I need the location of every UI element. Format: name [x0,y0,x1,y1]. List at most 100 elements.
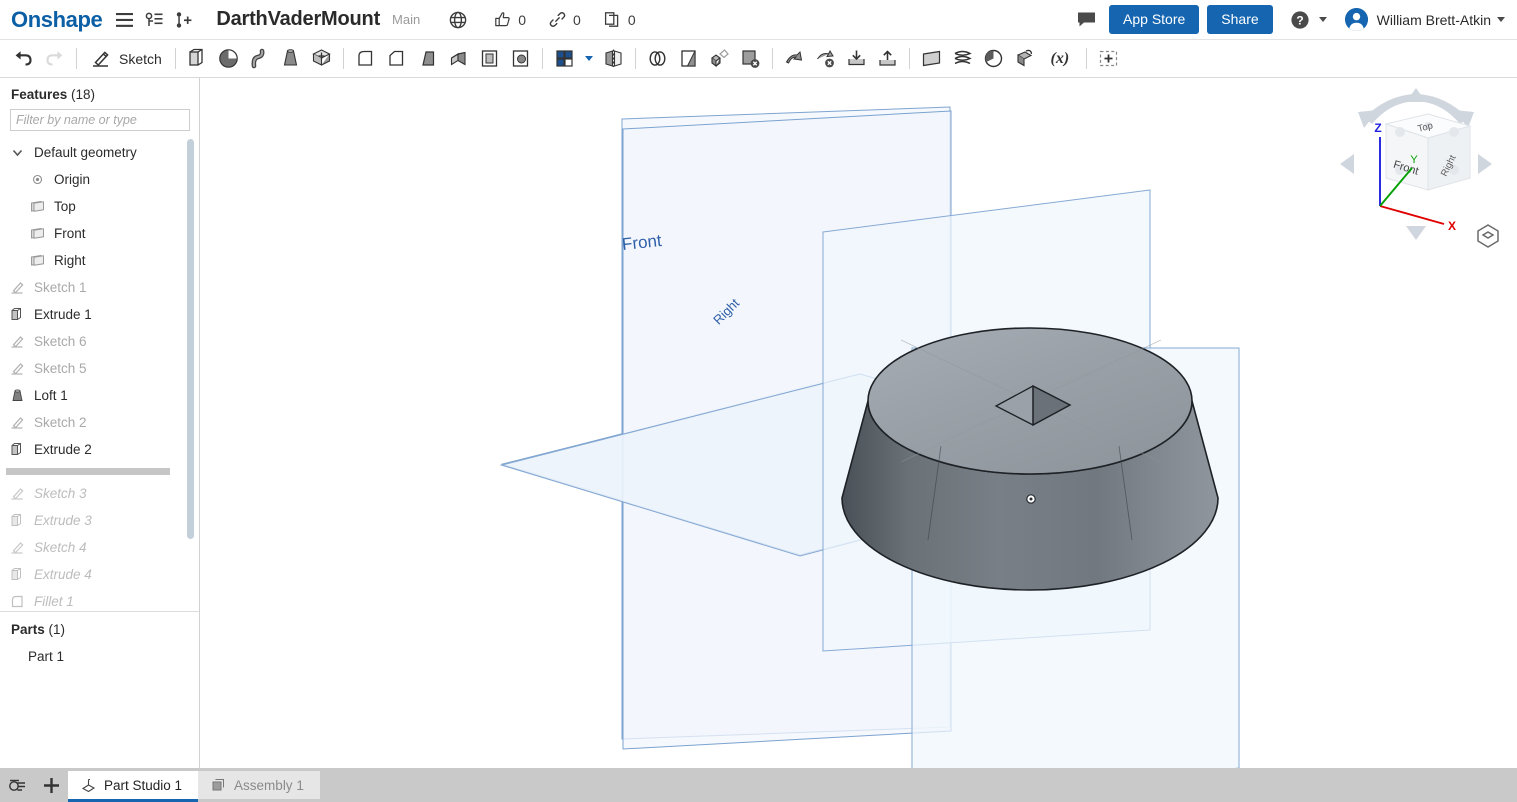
tab-part-studio-1[interactable]: Part Studio 1 [68,771,199,802]
extrude-icon [9,441,26,458]
tree-item-right-plane[interactable]: Right [0,247,199,274]
fillet-icon[interactable] [350,43,381,74]
curve-icon[interactable] [978,43,1009,74]
rollback-bar[interactable] [6,468,170,475]
revolve-icon[interactable] [213,43,244,74]
move-face-icon[interactable] [779,43,810,74]
workspace-name[interactable]: Main [392,12,420,27]
truncated-cone-model[interactable] [841,327,1219,591]
comment-bubble-icon[interactable] [1073,7,1099,33]
draft-icon[interactable] [412,43,443,74]
import-derived-icon[interactable] [841,43,872,74]
tree-item-top-plane[interactable]: Top [0,193,199,220]
hole-icon[interactable] [505,43,536,74]
copies-count: 0 [627,11,636,28]
likes-counter[interactable]: 0 [493,10,526,29]
tree-label: Sketch 3 [34,486,87,501]
branch-add-icon[interactable] [171,7,197,33]
tree-item-sketch-1[interactable]: Sketch 1 [0,274,199,301]
parts-header: Parts (1) [0,612,199,643]
split-icon[interactable] [673,43,704,74]
tree-item-sketch-6[interactable]: Sketch 6 [0,328,199,355]
sketch-pencil-icon [90,43,112,74]
chevron-down-icon [1497,17,1505,22]
tree-item-extrude-3[interactable]: Extrude 3 [0,507,199,534]
plane-icon[interactable] [916,43,947,74]
mirror-icon[interactable] [598,43,629,74]
app-header: Onshape DarthVaderMount Main 0 0 0 App S… [0,0,1517,40]
app-store-button[interactable]: App Store [1109,5,1200,34]
copies-counter[interactable]: 0 [603,10,636,29]
rib-icon[interactable] [443,43,474,74]
tree-label: Sketch 6 [34,334,87,349]
pattern-icon[interactable] [549,43,580,74]
tree-item-loft-1[interactable]: Loft 1 [0,382,199,409]
fillet-icon [9,593,26,609]
tree-item-extrude-4[interactable]: Extrude 4 [0,561,199,588]
display-style-icon[interactable] [1473,221,1503,251]
variable-icon[interactable]: (x) [1040,43,1080,74]
user-menu[interactable]: William Brett-Atkin [1344,8,1505,31]
tree-item-sketch-2[interactable]: Sketch 2 [0,409,199,436]
share-button[interactable]: Share [1207,5,1273,34]
helix-icon[interactable] [947,43,978,74]
version-history-icon[interactable] [141,7,167,33]
tree-label: Extrude 1 [34,307,92,322]
tab-bar: Part Studio 1 Assembly 1 [0,768,1517,802]
add-custom-feature-icon[interactable] [1093,43,1124,74]
feature-tree: Default geometry Origin Top Front Right … [0,139,199,609]
plane-icon [29,198,46,215]
tree-item-front-plane[interactable]: Front [0,220,199,247]
toolbar-divider [342,48,344,69]
origin-point-marker[interactable] [1026,494,1036,504]
sketch-transform-icon[interactable] [1009,43,1040,74]
redo-arrow-icon[interactable] [39,43,70,74]
extrude-icon[interactable] [182,43,213,74]
sketch-button[interactable]: Sketch [83,43,169,74]
export-icon[interactable] [872,43,903,74]
list-item[interactable]: Part 1 [0,643,199,669]
svg-text:?: ? [1296,13,1303,27]
links-counter[interactable]: 0 [548,10,581,29]
tab-filter-icon[interactable] [0,768,34,802]
globe-icon[interactable] [445,7,471,33]
hamburger-menu-icon[interactable] [111,7,137,33]
filter-input[interactable] [10,109,190,131]
sketch-icon [9,333,26,350]
pattern-dropdown-caret-icon[interactable] [584,56,593,61]
thumbs-up-icon [493,10,512,29]
delete-face-icon[interactable] [735,43,766,74]
add-tab-icon[interactable] [34,768,68,802]
loft-icon[interactable] [275,43,306,74]
tree-item-sketch-5[interactable]: Sketch 5 [0,355,199,382]
features-title: Features [11,87,68,102]
tree-item-sketch-4[interactable]: Sketch 4 [0,534,199,561]
plane-icon [29,252,46,269]
boolean-icon[interactable] [642,43,673,74]
onshape-application: Onshape DarthVaderMount Main 0 0 0 App S… [0,0,1517,802]
chevron-down-icon [1318,17,1327,22]
document-title[interactable]: DarthVaderMount [216,8,380,31]
replace-face-icon[interactable] [810,43,841,74]
tree-item-extrude-1[interactable]: Extrude 1 [0,301,199,328]
thicken-icon[interactable] [306,43,337,74]
sketch-icon [9,539,26,556]
undo-arrow-icon[interactable] [8,43,39,74]
features-count: (18) [71,87,96,102]
tree-item-extrude-2[interactable]: Extrude 2 [0,436,199,463]
transform-icon[interactable] [704,43,735,74]
sweep-icon[interactable] [244,43,275,74]
tree-item-sketch-3[interactable]: Sketch 3 [0,480,199,507]
toolbar-divider [541,48,543,69]
chamfer-icon[interactable] [381,43,412,74]
help-menu[interactable]: ? [1287,7,1327,33]
shell-icon[interactable] [474,43,505,74]
tree-item-fillet-1[interactable]: Fillet 1 [0,588,199,609]
onshape-logo[interactable]: Onshape [11,8,103,31]
tree-item-origin[interactable]: Origin [0,166,199,193]
tab-assembly-1[interactable]: Assembly 1 [198,771,320,799]
cad-geometry [500,189,1240,768]
tree-group-default-geometry[interactable]: Default geometry [0,139,199,166]
graphics-viewport[interactable]: Front Right Top Front Right Z X Y [201,78,1517,768]
toolbar-divider [76,48,77,69]
